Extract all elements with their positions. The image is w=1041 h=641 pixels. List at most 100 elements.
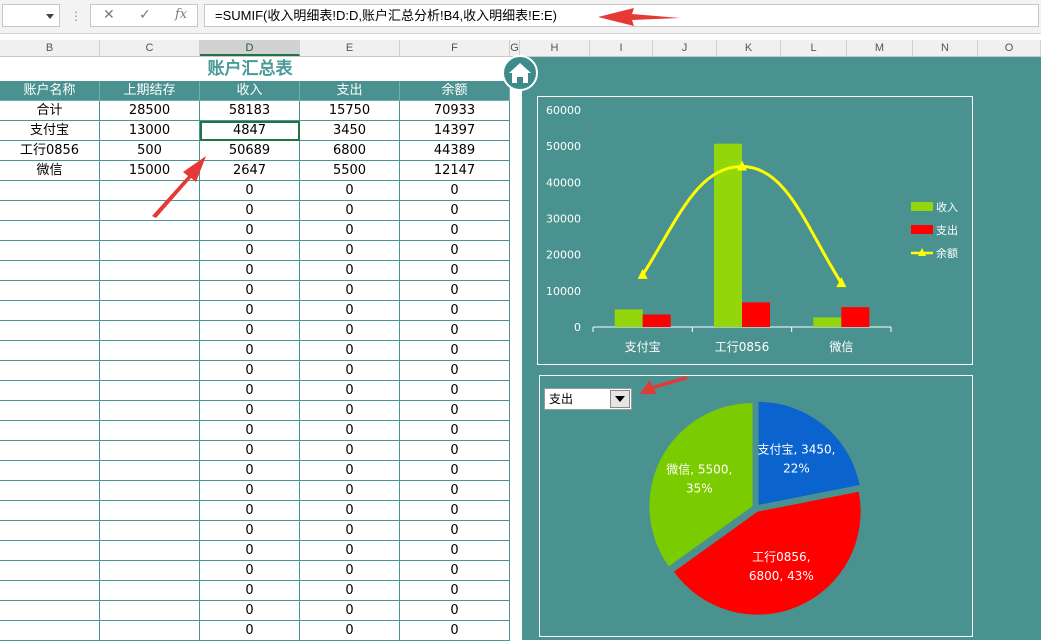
table-cell[interactable] — [0, 301, 100, 321]
table-cell[interactable] — [100, 241, 200, 261]
table-cell[interactable]: 70933 — [400, 101, 510, 121]
table-cell[interactable]: 0 — [300, 501, 400, 521]
table-cell[interactable]: 4847 — [200, 121, 300, 141]
column-header[interactable]: D — [200, 40, 300, 56]
table-cell[interactable]: 0 — [400, 301, 510, 321]
table-cell[interactable]: 0 — [400, 381, 510, 401]
table-cell[interactable] — [100, 621, 200, 641]
table-cell[interactable]: 14397 — [400, 121, 510, 141]
table-cell[interactable] — [0, 241, 100, 261]
table-cell[interactable] — [100, 221, 200, 241]
table-cell[interactable]: 0 — [300, 261, 400, 281]
column-header[interactable]: L — [781, 40, 847, 56]
table-cell[interactable]: 0 — [300, 361, 400, 381]
table-cell[interactable]: 0 — [400, 201, 510, 221]
table-cell[interactable] — [0, 381, 100, 401]
table-cell[interactable] — [100, 261, 200, 281]
table-cell[interactable]: 0 — [400, 241, 510, 261]
table-cell[interactable]: 微信 — [0, 161, 100, 181]
table-cell[interactable]: 0 — [200, 561, 300, 581]
table-cell[interactable]: 0 — [300, 181, 400, 201]
table-cell[interactable]: 0 — [300, 221, 400, 241]
enter-icon[interactable]: ✓ — [139, 7, 151, 23]
table-cell[interactable]: 500 — [100, 141, 200, 161]
table-cell[interactable] — [0, 281, 100, 301]
table-cell[interactable]: 0 — [200, 601, 300, 621]
table-cell[interactable]: 0 — [200, 521, 300, 541]
cancel-icon[interactable]: ✕ — [103, 7, 115, 23]
table-cell[interactable] — [0, 421, 100, 441]
table-cell[interactable]: 0 — [400, 341, 510, 361]
table-cell[interactable]: 0 — [200, 581, 300, 601]
table-cell[interactable]: 0 — [200, 381, 300, 401]
table-cell[interactable]: 0 — [200, 441, 300, 461]
table-cell[interactable]: 0 — [200, 241, 300, 261]
table-cell[interactable] — [100, 401, 200, 421]
table-cell[interactable] — [0, 261, 100, 281]
table-cell[interactable]: 0 — [300, 461, 400, 481]
table-cell[interactable]: 0 — [300, 621, 400, 641]
table-cell[interactable]: 0 — [400, 441, 510, 461]
table-cell[interactable]: 0 — [200, 621, 300, 641]
table-cell[interactable]: 0 — [400, 521, 510, 541]
table-cell[interactable] — [0, 341, 100, 361]
table-cell[interactable]: 0 — [300, 421, 400, 441]
table-cell[interactable]: 0 — [300, 401, 400, 421]
table-cell[interactable] — [100, 581, 200, 601]
column-header[interactable]: O — [978, 40, 1041, 56]
column-header[interactable]: B — [0, 40, 100, 56]
table-cell[interactable]: 0 — [200, 421, 300, 441]
table-cell[interactable] — [100, 201, 200, 221]
table-cell[interactable] — [100, 281, 200, 301]
table-cell[interactable]: 0 — [300, 481, 400, 501]
table-cell[interactable] — [0, 501, 100, 521]
insert-function-icon[interactable]: fx — [175, 7, 187, 22]
table-cell[interactable]: 支付宝 — [0, 121, 100, 141]
table-cell[interactable] — [0, 361, 100, 381]
table-cell[interactable] — [0, 621, 100, 641]
table-cell[interactable] — [0, 401, 100, 421]
table-cell[interactable]: 5500 — [300, 161, 400, 181]
table-cell[interactable] — [100, 521, 200, 541]
table-cell[interactable] — [100, 361, 200, 381]
table-cell[interactable] — [100, 561, 200, 581]
table-cell[interactable]: 0 — [200, 501, 300, 521]
table-cell[interactable]: 50689 — [200, 141, 300, 161]
table-cell[interactable] — [100, 301, 200, 321]
table-cell[interactable] — [100, 501, 200, 521]
table-cell[interactable]: 2647 — [200, 161, 300, 181]
table-cell[interactable] — [0, 321, 100, 341]
table-cell[interactable] — [100, 601, 200, 621]
table-cell[interactable]: 0 — [200, 281, 300, 301]
table-cell[interactable]: 0 — [400, 321, 510, 341]
table-cell[interactable]: 0 — [300, 321, 400, 341]
table-cell[interactable]: 58183 — [200, 101, 300, 121]
table-cell[interactable]: 0 — [200, 261, 300, 281]
table-cell[interactable]: 13000 — [100, 121, 200, 141]
column-header[interactable]: F — [400, 40, 510, 56]
table-cell[interactable]: 0 — [400, 361, 510, 381]
column-header[interactable]: I — [590, 40, 653, 56]
table-cell[interactable]: 0 — [200, 181, 300, 201]
table-cell[interactable]: 0 — [200, 301, 300, 321]
table-cell[interactable] — [0, 201, 100, 221]
column-header[interactable]: K — [717, 40, 781, 56]
table-cell[interactable] — [0, 561, 100, 581]
table-cell[interactable]: 0 — [400, 461, 510, 481]
table-cell[interactable]: 15750 — [300, 101, 400, 121]
table-cell[interactable]: 0 — [300, 541, 400, 561]
column-header[interactable]: E — [300, 40, 400, 56]
table-cell[interactable]: 0 — [200, 321, 300, 341]
table-cell[interactable]: 12147 — [400, 161, 510, 181]
table-cell[interactable]: 0 — [400, 401, 510, 421]
table-cell[interactable]: 0 — [300, 201, 400, 221]
table-cell[interactable]: 0 — [300, 561, 400, 581]
table-cell[interactable]: 0 — [300, 521, 400, 541]
table-cell[interactable] — [0, 541, 100, 561]
table-cell[interactable]: 6800 — [300, 141, 400, 161]
table-cell[interactable]: 0 — [200, 541, 300, 561]
table-cell[interactable]: 0 — [200, 221, 300, 241]
table-cell[interactable] — [100, 181, 200, 201]
table-cell[interactable]: 0 — [400, 421, 510, 441]
table-cell[interactable]: 0 — [400, 541, 510, 561]
